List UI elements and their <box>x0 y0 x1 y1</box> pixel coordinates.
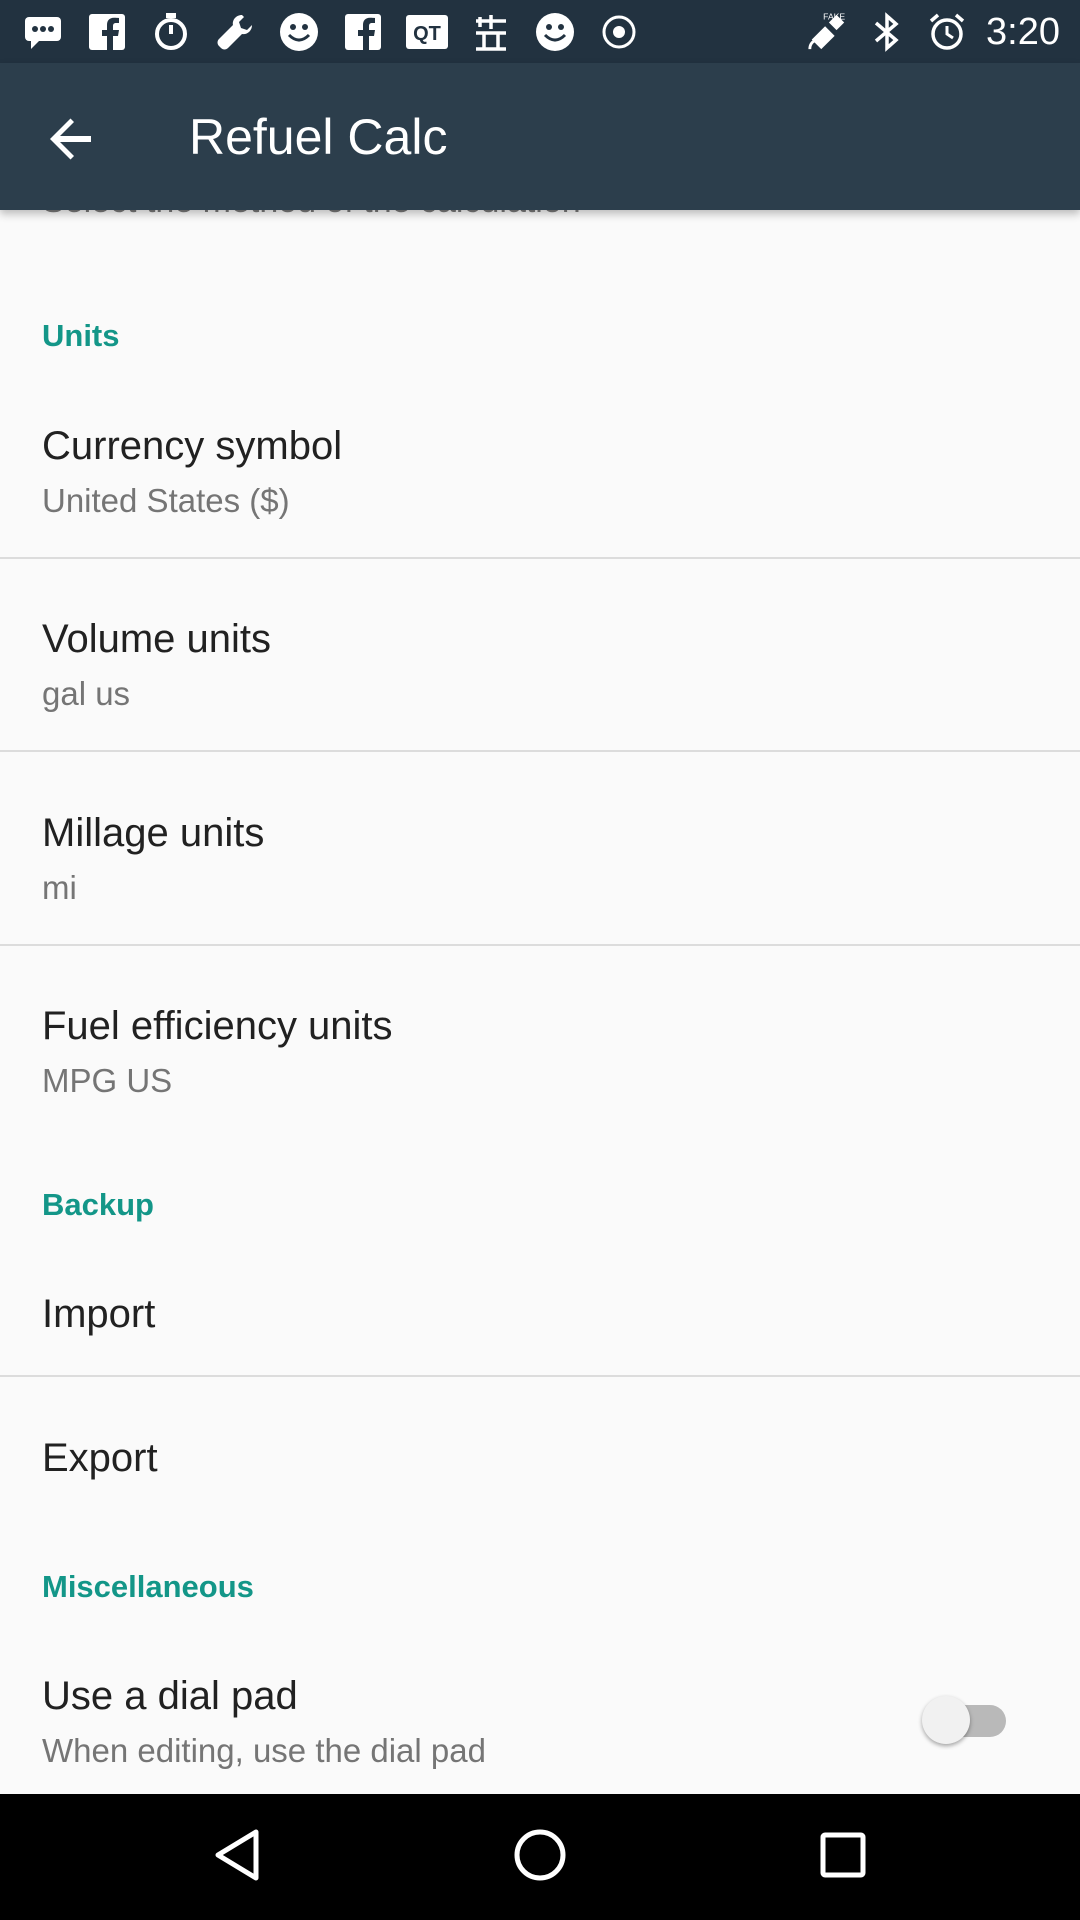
calculation-method-summary: Select the method of the calculation <box>42 210 581 221</box>
pref-export[interactable]: Export <box>0 1410 1080 1524</box>
settings-list[interactable]: Select the method of the calculation Uni… <box>0 210 1080 1794</box>
fake-gps-icon: FAKE <box>806 11 848 53</box>
notification-icons: QT <box>22 8 640 56</box>
pref-title: Currency symbol <box>42 424 343 468</box>
pref-currency-symbol[interactable]: Currency symbol United States ($) <box>0 400 1080 546</box>
section-header-miscellaneous: Miscellaneous <box>42 1569 254 1604</box>
pref-millage-units[interactable]: Millage units mi <box>0 787 1080 933</box>
pref-title: Millage units <box>42 811 265 855</box>
nav-home-button[interactable] <box>495 1812 585 1902</box>
system-status-icons: FAKE 3:20 <box>806 8 1060 56</box>
pref-summary: gal us <box>42 675 131 712</box>
divider <box>0 944 1080 946</box>
recents-square-icon <box>818 1830 868 1885</box>
nav-recents-button[interactable] <box>798 1812 888 1902</box>
pref-title: Use a dial pad <box>42 1674 298 1718</box>
divider <box>0 1375 1080 1377</box>
section-header-backup: Backup <box>42 1187 154 1222</box>
alarm-icon <box>926 11 968 53</box>
pref-title: Volume units <box>42 617 272 661</box>
status-bar: QT FAKE 3:20 <box>0 0 1080 63</box>
page-title: Refuel Calc <box>189 109 448 165</box>
smiley-icon <box>278 11 320 53</box>
chinese-app-icon <box>470 11 512 53</box>
divider <box>0 750 1080 752</box>
facebook-icon <box>86 11 128 53</box>
wrench-icon <box>214 11 256 53</box>
bluetooth-icon <box>866 11 908 53</box>
divider <box>0 557 1080 559</box>
dial-pad-toggle[interactable] <box>922 1692 1010 1748</box>
app-bar: Refuel Calc <box>0 63 1080 210</box>
pref-summary: mi <box>42 869 77 906</box>
toggle-thumb <box>922 1696 970 1744</box>
pref-summary: MPG US <box>42 1062 173 1099</box>
facebook-icon <box>342 11 384 53</box>
pref-use-dial-pad[interactable]: Use a dial pad When editing, use the dia… <box>0 1650 1080 1794</box>
pref-volume-units[interactable]: Volume units gal us <box>0 593 1080 739</box>
message-icon <box>22 11 64 53</box>
nav-back-button[interactable] <box>192 1812 282 1902</box>
pref-title: Fuel efficiency units <box>42 1004 393 1048</box>
stopwatch-icon <box>150 11 192 53</box>
back-button[interactable] <box>30 99 114 183</box>
navigation-bar <box>0 1794 1080 1920</box>
status-time: 3:20 <box>986 10 1060 53</box>
smiley-icon <box>534 11 576 53</box>
pref-summary: United States ($) <box>42 482 290 519</box>
home-circle-icon <box>512 1827 568 1888</box>
vpn-icon <box>598 11 640 53</box>
back-triangle-icon <box>212 1828 262 1887</box>
svg-text:FAKE: FAKE <box>823 12 845 22</box>
pref-import[interactable]: Import <box>0 1266 1080 1380</box>
svg-text:QT: QT <box>413 23 441 45</box>
arrow-back-icon <box>49 116 95 167</box>
pref-fuel-efficiency-units[interactable]: Fuel efficiency units MPG US <box>0 980 1080 1126</box>
pref-title: Import <box>42 1292 156 1336</box>
pref-summary: When editing, use the dial pad <box>42 1732 486 1769</box>
section-header-units: Units <box>42 318 120 353</box>
pref-title: Export <box>42 1436 158 1480</box>
qt-icon: QT <box>406 11 448 53</box>
